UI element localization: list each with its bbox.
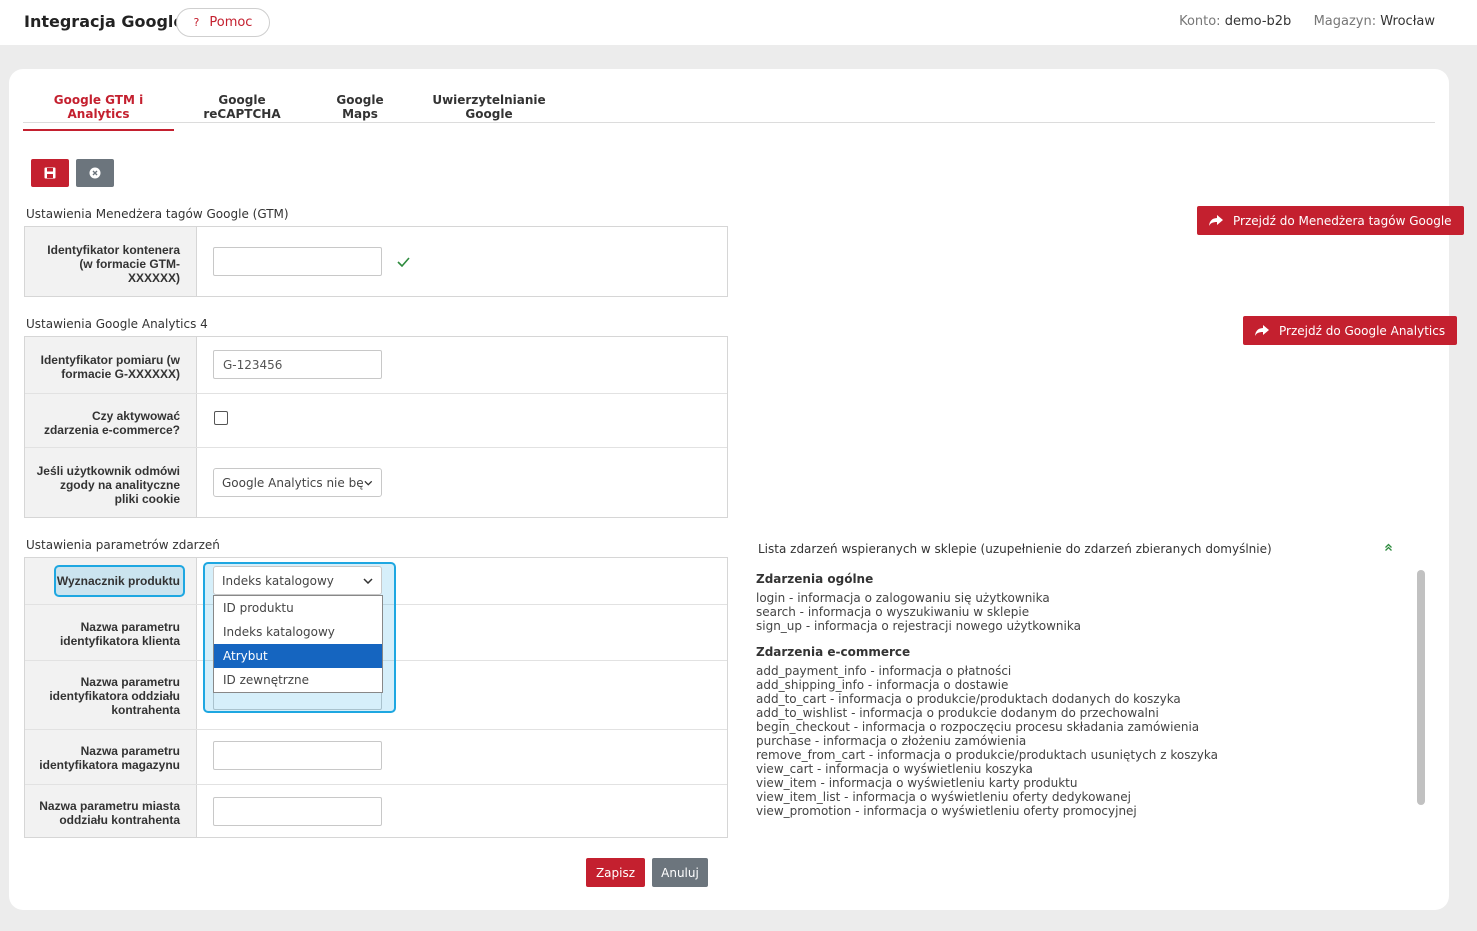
ga4-section-label: Ustawienia Google Analytics 4 xyxy=(26,317,208,331)
consent-select-value: Google Analytics nie będzie xyxy=(222,475,364,490)
tab-maps[interactable]: Google Maps xyxy=(319,93,401,123)
event-item: add_payment_info - informacja o płatnośc… xyxy=(756,664,1012,678)
goto-analytics-label: Przejdź do Google Analytics xyxy=(1279,323,1446,338)
help-label: Pomoc xyxy=(209,15,253,30)
goto-gtm-button[interactable]: Przejdź do Menedżera tagów Google xyxy=(1197,206,1464,235)
ecommerce-events-label: Czy aktywować zdarzenia e-commerce? xyxy=(43,409,180,437)
account-info: Konto: demo-b2b Magazyn: Wrocław xyxy=(1179,14,1435,29)
branch-param-label: Nazwa parametru identyfikatora oddziału … xyxy=(49,675,180,717)
chevron-down-icon xyxy=(363,577,373,584)
event-item: purchase - informacja o złożeniu zamówie… xyxy=(756,734,1027,748)
chevron-down-icon xyxy=(364,480,373,486)
gtm-section-label: Ustawienia Menedżera tagów Google (GTM) xyxy=(26,207,289,221)
event-item: sign_up - informacja o rejestracji noweg… xyxy=(756,619,1081,633)
account-label: Konto: xyxy=(1179,14,1221,29)
event-item: view_item_list - informacja o wyświetlen… xyxy=(756,790,1131,804)
events-list-title: Lista zdarzeń wspieranych w sklepie (uzu… xyxy=(758,542,1272,556)
event-item: add_to_wishlist - informacja o produkcie… xyxy=(756,706,1159,720)
toolbar-save-button[interactable] xyxy=(31,159,69,187)
ecommerce-events-title: Zdarzenia e-commerce xyxy=(756,645,911,659)
event-item: add_shipping_info - informacja o dostawi… xyxy=(756,678,1009,692)
question-icon: ? xyxy=(193,16,200,29)
option-catalog-index[interactable]: Indeks katalogowy xyxy=(214,620,382,644)
event-item: begin_checkout - informacja o rozpoczęci… xyxy=(756,720,1200,734)
tab-gtm-analytics[interactable]: Google GTM i Analytics xyxy=(23,93,174,131)
ecommerce-events-checkbox[interactable] xyxy=(214,411,228,425)
goto-analytics-button[interactable]: Przejdź do Google Analytics xyxy=(1243,316,1458,345)
params-section-label: Ustawienia parametrów zdarzeń xyxy=(26,538,220,552)
product-id-select[interactable]: Indeks katalogowy xyxy=(213,566,382,595)
city-param-input[interactable] xyxy=(213,797,382,826)
tab-google-auth[interactable]: Uwierzytelnianie Google xyxy=(423,93,555,123)
floppy-disk-icon xyxy=(44,167,56,179)
share-arrow-icon xyxy=(1255,325,1269,336)
warehouse-label: Magazyn: xyxy=(1313,14,1377,29)
event-item: search - informacja o wyszukiwaniu w skl… xyxy=(756,605,1030,619)
circle-x-icon xyxy=(89,167,101,179)
container-id-input[interactable] xyxy=(213,247,382,276)
double-chevron-up-icon[interactable] xyxy=(1384,543,1393,552)
event-item: remove_from_cart - informacja o produkci… xyxy=(756,748,1218,762)
gtm-panel: Identyfikator kontenera (w formacie GTM-… xyxy=(24,226,728,297)
save-button[interactable]: Zapisz xyxy=(586,858,645,887)
measurement-id-input[interactable]: G-123456 xyxy=(213,350,382,379)
event-item: view_promotion - informacja o wyświetlen… xyxy=(756,804,1137,818)
city-param-label: Nazwa parametru miasta oddziału kontrahe… xyxy=(39,799,180,827)
checkmark-icon xyxy=(397,257,410,267)
ga4-panel: Identyfikator pomiaru (w formacie G-XXXX… xyxy=(24,336,728,518)
share-arrow-icon xyxy=(1209,215,1223,226)
consent-label: Jeśli użytkownik odmówi zgody na anality… xyxy=(36,464,180,506)
option-external-id[interactable]: ID zewnętrzne xyxy=(214,668,382,692)
product-id-options: ID produktu Indeks katalogowy Atrybut ID… xyxy=(213,595,383,693)
top-bar: Integracja Google ? Pomoc Konto: demo-b2… xyxy=(0,0,1477,45)
client-param-label: Nazwa parametru identyfikatora klienta xyxy=(59,620,180,648)
help-button[interactable]: ? Pomoc xyxy=(176,8,270,37)
page-title: Integracja Google xyxy=(24,12,185,31)
product-id-select-value: Indeks katalogowy xyxy=(222,573,334,588)
event-item: view_cart - informacja o wyświetleniu ko… xyxy=(756,762,1033,776)
consent-select[interactable]: Google Analytics nie będzie xyxy=(213,468,382,497)
event-item: login - informacja o zalogowaniu się uży… xyxy=(756,591,1050,605)
account-value: demo-b2b xyxy=(1224,14,1292,29)
warehouse-value: Wrocław xyxy=(1380,14,1435,29)
goto-gtm-label: Przejdź do Menedżera tagów Google xyxy=(1233,213,1452,228)
tab-recaptcha[interactable]: Google reCAPTCHA xyxy=(186,93,298,123)
toolbar-cancel-button[interactable] xyxy=(76,159,114,187)
container-id-label: Identyfikator kontenera (w formacie GTM-… xyxy=(47,243,180,285)
measurement-id-label: Identyfikator pomiaru (w formacie G-XXXX… xyxy=(40,353,180,381)
tab-bar: Google GTM i Analytics Google reCAPTCHA … xyxy=(23,83,1435,131)
general-events-title: Zdarzenia ogólne xyxy=(756,572,874,586)
events-scrollbar[interactable] xyxy=(1417,570,1425,805)
event-item: add_to_cart - informacja o produkcie/pro… xyxy=(756,692,1181,706)
option-attribute[interactable]: Atrybut xyxy=(214,644,382,668)
product-id-label: Wyznacznik produktu xyxy=(56,574,180,588)
main-card: Google GTM i Analytics Google reCAPTCHA … xyxy=(9,69,1464,910)
warehouse-param-label: Nazwa parametru identyfikatora magazynu xyxy=(39,744,180,772)
cancel-button[interactable]: Anuluj xyxy=(652,858,708,887)
event-item: view_item - informacja o wyświetleniu ka… xyxy=(756,776,1078,790)
option-product-id[interactable]: ID produktu xyxy=(214,596,382,620)
events-list: Zdarzenia ogólne login - informacja o za… xyxy=(756,572,1406,832)
warehouse-param-input[interactable] xyxy=(213,741,382,770)
